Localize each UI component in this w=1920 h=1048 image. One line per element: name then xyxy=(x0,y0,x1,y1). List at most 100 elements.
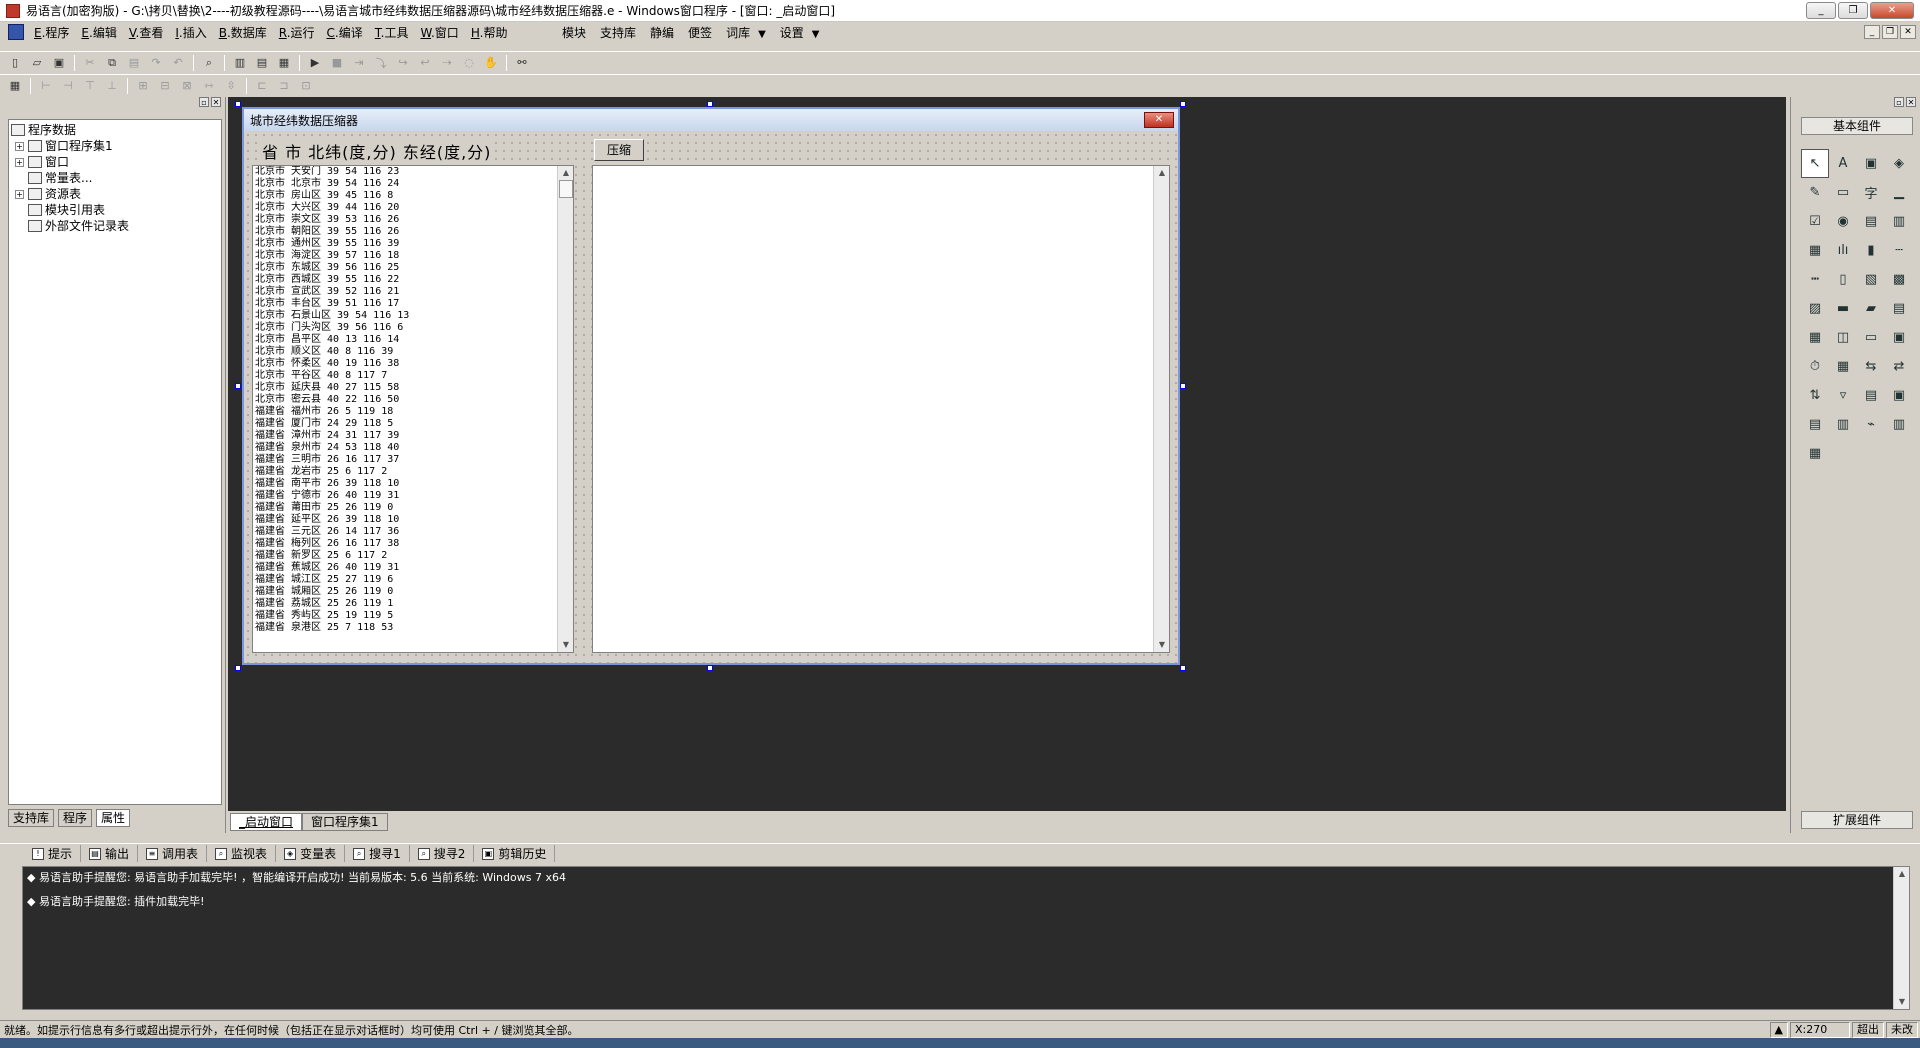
tab-output[interactable]: ▤ 输出 xyxy=(81,845,139,862)
menu-run[interactable]: R.运行 xyxy=(273,24,321,41)
component-icon[interactable]: ⇄ xyxy=(1885,352,1913,381)
same-size-icon[interactable]: ⊠ xyxy=(179,78,195,94)
component-icon[interactable]: ▮ xyxy=(1857,236,1885,265)
extended-components-header[interactable]: 扩展组件 xyxy=(1801,811,1913,829)
component-icon[interactable]: ▤ xyxy=(1885,294,1913,323)
scroll-up-icon[interactable]: ▲ xyxy=(1894,867,1910,881)
resize-handle[interactable] xyxy=(1180,101,1186,107)
align-top-icon[interactable]: ⊤ xyxy=(82,78,98,94)
panel-close-button[interactable]: ✕ xyxy=(211,97,221,107)
component-icon[interactable]: ▥ xyxy=(1829,410,1857,439)
component-icon[interactable]: ◈ xyxy=(1885,149,1913,178)
align-bottom-icon[interactable]: ⊥ xyxy=(104,78,120,94)
component-icon[interactable]: ▭ xyxy=(1829,178,1857,207)
vertical-scrollbar[interactable]: ▲ ▼ xyxy=(1153,166,1169,652)
expand-icon[interactable]: + xyxy=(15,157,24,167)
new-file-icon[interactable]: ▯ xyxy=(7,55,23,71)
compress-button[interactable]: 压缩 xyxy=(594,139,644,161)
center-h-icon[interactable]: ⊏ xyxy=(254,78,270,94)
align-center-icon[interactable]: ⊣ xyxy=(60,78,76,94)
tab-call-table[interactable]: ≡ 调用表 xyxy=(138,845,208,862)
open-file-icon[interactable]: ▱ xyxy=(29,55,45,71)
component-icon[interactable]: ▦ xyxy=(1801,439,1829,468)
menu-support-lib[interactable]: 支持库 xyxy=(594,24,642,41)
tree-item-window-assembly[interactable]: + 窗口程序集1 xyxy=(11,138,219,154)
close-button[interactable]: ✕ xyxy=(1870,2,1914,19)
redo-icon[interactable]: ↷ xyxy=(148,55,164,71)
space-v-icon[interactable]: ⇳ xyxy=(223,78,239,94)
component-icon[interactable]: ▣ xyxy=(1857,149,1885,178)
menu-module[interactable]: 模块 xyxy=(556,24,592,41)
mdi-restore-button[interactable]: ❐ xyxy=(1882,25,1898,39)
step-over-icon[interactable]: ↪ xyxy=(395,55,411,71)
tab-support-lib[interactable]: 支持库 xyxy=(8,809,55,827)
component-icon[interactable]: ▤ xyxy=(1857,207,1885,236)
header-label[interactable]: 省 市 北纬(度,分) 东经(度,分) xyxy=(260,139,494,163)
menu-window[interactable]: W.窗口 xyxy=(414,24,464,41)
resize-handle[interactable] xyxy=(235,101,241,107)
form-designer[interactable]: 城市经纬数据压缩器 ✕ 省 市 北纬(度,分) 东经(度,分) 压缩 北京市 天… xyxy=(242,107,1180,665)
component-icon[interactable]: ılı xyxy=(1829,236,1857,265)
source-data-editbox[interactable]: 北京市 天安门 39 54 116 23 北京市 北京市 39 54 116 24… xyxy=(252,165,574,653)
component-icon[interactable]: ▬ xyxy=(1829,294,1857,323)
scroll-down-icon[interactable]: ▼ xyxy=(1154,638,1170,652)
tree-item-window[interactable]: + 窗口 xyxy=(11,154,219,170)
component-icon[interactable]: ▦ xyxy=(1801,236,1829,265)
resize-handle[interactable] xyxy=(707,665,713,671)
component-icon[interactable]: ┄ xyxy=(1885,236,1913,265)
copy-icon[interactable]: ⧉ xyxy=(104,55,120,71)
menu-settings[interactable]: 设置 ▼ xyxy=(774,24,826,41)
run-icon[interactable]: ▶ xyxy=(307,55,323,71)
tab-clip-history[interactable]: ▣ 剪辑历史 xyxy=(474,845,556,862)
menu-edit[interactable]: E.编辑 xyxy=(75,24,122,41)
menu-help[interactable]: H.帮助 xyxy=(465,24,514,41)
tab-program[interactable]: 程序 xyxy=(58,809,93,827)
component-icon[interactable]: ▥ xyxy=(1885,207,1913,236)
undo-icon[interactable]: ↶ xyxy=(170,55,186,71)
hand-icon[interactable]: ✋ xyxy=(483,55,499,71)
component-icon[interactable]: ▯ xyxy=(1829,265,1857,294)
center-both-icon[interactable]: ⊡ xyxy=(298,78,314,94)
tree-item-external-files[interactable]: 外部文件记录表 xyxy=(11,218,219,234)
tab-search2[interactable]: ⌕ 搜寻2 xyxy=(410,845,475,862)
component-icon[interactable]: ▤ xyxy=(1857,381,1885,410)
resize-handle[interactable] xyxy=(1180,665,1186,671)
tab-watch-table[interactable]: ⌕ 监视表 xyxy=(207,845,277,862)
panel-pin-button[interactable]: ▫ xyxy=(199,97,209,107)
space-h-icon[interactable]: ⇿ xyxy=(201,78,217,94)
expand-icon[interactable]: + xyxy=(15,141,24,151)
binoculars-icon[interactable]: ⚯ xyxy=(514,55,530,71)
component-icon[interactable]: ▦ xyxy=(1801,323,1829,352)
component-icon[interactable]: ┅ xyxy=(1801,265,1829,294)
resize-handle[interactable] xyxy=(1180,383,1186,389)
layout1-icon[interactable]: ▥ xyxy=(232,55,248,71)
tab-properties[interactable]: 属性 xyxy=(96,809,131,827)
menu-static-compile[interactable]: 静编 xyxy=(644,24,680,41)
tree-item-module-refs[interactable]: 模块引用表 xyxy=(11,202,219,218)
pointer-tool-icon[interactable]: ↖ xyxy=(1801,149,1829,178)
panel-close-button[interactable]: ✕ xyxy=(1906,97,1916,107)
tab-window-assembly[interactable]: 窗口程序集1 xyxy=(302,813,388,831)
resize-handle[interactable] xyxy=(235,383,241,389)
paste-icon[interactable]: ▤ xyxy=(126,55,142,71)
tree-item-resources[interactable]: + 资源表 xyxy=(11,186,219,202)
menu-word-lib[interactable]: 词库 ▼ xyxy=(720,24,772,41)
tab-search1[interactable]: ⌕ 搜寻1 xyxy=(345,845,410,862)
center-v-icon[interactable]: ⊐ xyxy=(276,78,292,94)
component-icon[interactable]: ✎ xyxy=(1801,178,1829,207)
align-left-icon[interactable]: ⊢ xyxy=(38,78,54,94)
breakpoint-icon[interactable]: ◌ xyxy=(461,55,477,71)
result-editbox[interactable]: ▲ ▼ xyxy=(592,165,1170,653)
grid-icon[interactable]: ▦ xyxy=(7,78,23,94)
vertical-scrollbar[interactable]: ▲ ▼ xyxy=(1893,867,1909,1009)
component-icon[interactable]: ◉ xyxy=(1829,207,1857,236)
tree-root[interactable]: 程序数据 xyxy=(11,122,219,138)
menu-notes[interactable]: 便签 xyxy=(682,24,718,41)
layout3-icon[interactable]: ▦ xyxy=(276,55,292,71)
component-icon[interactable]: ⏱ xyxy=(1801,352,1829,381)
scroll-down-icon[interactable]: ▼ xyxy=(558,638,573,652)
component-icon[interactable]: ▨ xyxy=(1801,294,1829,323)
scroll-up-icon[interactable]: ▲ xyxy=(1769,1021,1788,1038)
find-icon[interactable]: ⌕ xyxy=(201,55,217,71)
component-icon[interactable]: ▥ xyxy=(1885,410,1913,439)
